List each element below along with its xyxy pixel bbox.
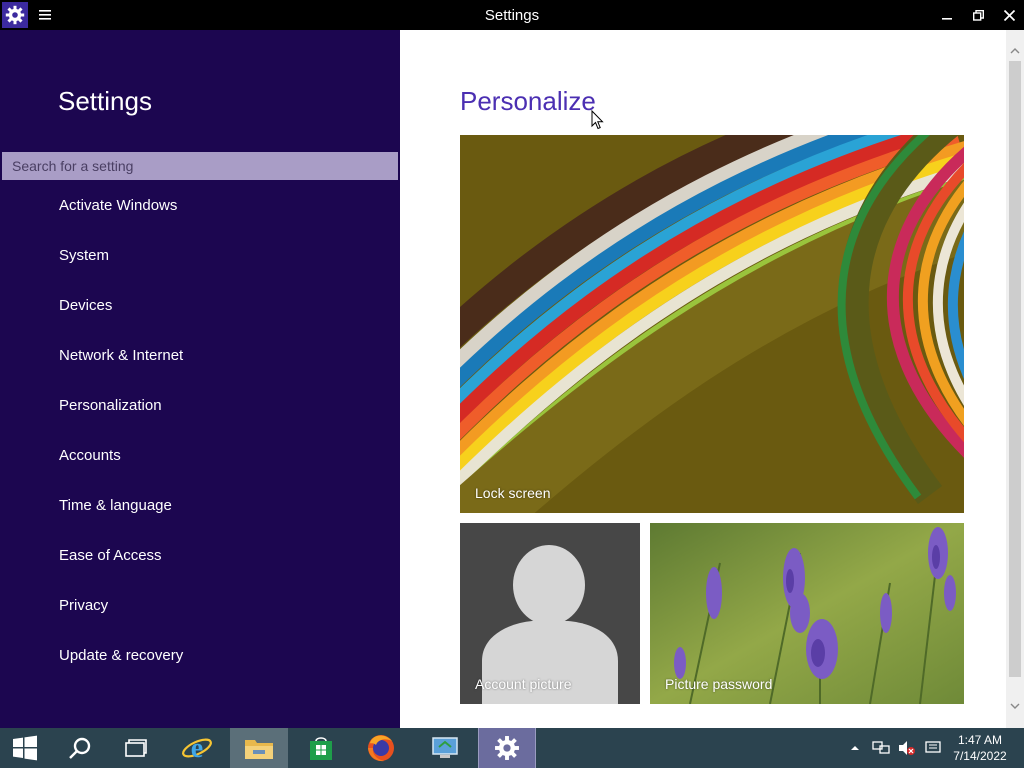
picture-password-tile[interactable]: Picture password <box>650 523 964 704</box>
show-hidden-icons-chevron-icon[interactable] <box>846 728 864 768</box>
clock-time: 1:47 AM <box>957 733 1003 747</box>
svg-text:e: e <box>191 733 203 763</box>
clock-date: 7/14/2022 <box>953 749 1007 763</box>
nav-system[interactable]: System <box>59 245 109 267</box>
search-input[interactable] <box>12 152 362 180</box>
remote-desktop-icon[interactable] <box>416 728 474 768</box>
start-icon[interactable] <box>0 728 50 768</box>
close-button[interactable] <box>994 0 1024 30</box>
minimize-button[interactable] <box>932 0 962 30</box>
nav-accounts[interactable]: Accounts <box>59 445 121 467</box>
account-picture-tile[interactable]: Account picture <box>460 523 640 704</box>
nav-privacy[interactable]: Privacy <box>59 595 108 617</box>
restore-button[interactable] <box>963 0 993 30</box>
picture-password-label: Picture password <box>665 676 773 692</box>
lock-screen-label: Lock screen <box>475 485 551 501</box>
personalize-pane: Personalize Lock screen Account picture … <box>400 30 1006 728</box>
file-explorer-icon[interactable] <box>230 728 288 768</box>
scrollbar-thumb[interactable] <box>1009 61 1021 677</box>
taskbar: e 1:47 AM 7/14/2022 <box>0 728 1024 768</box>
system-clock[interactable]: 1:47 AM 7/14/2022 <box>946 732 1014 764</box>
nav-network-internet[interactable]: Network & Internet <box>59 345 183 367</box>
nav-activate-windows[interactable]: Activate Windows <box>59 195 177 217</box>
task-view-icon[interactable] <box>110 728 162 768</box>
search-icon[interactable] <box>54 728 106 768</box>
volume-muted-icon[interactable] <box>896 728 918 768</box>
nav-time-language[interactable]: Time & language <box>59 495 172 517</box>
scroll-down-arrow-icon[interactable] <box>1009 699 1021 711</box>
account-picture-label: Account picture <box>475 676 572 692</box>
scroll-up-arrow-icon[interactable] <box>1009 44 1021 56</box>
nav-ease-of-access[interactable]: Ease of Access <box>59 545 162 567</box>
page-title: Personalize <box>460 86 596 116</box>
network-icon[interactable] <box>870 728 892 768</box>
action-center-icon[interactable] <box>922 728 944 768</box>
window-title: Settings <box>484 7 540 24</box>
nav-personalization[interactable]: Personalization <box>59 395 162 417</box>
app-gear-icon[interactable] <box>2 2 28 28</box>
hamburger-menu-icon[interactable] <box>36 6 54 24</box>
mouse-pointer-icon <box>591 109 605 130</box>
firefox-icon[interactable] <box>352 728 410 768</box>
nav-devices[interactable]: Devices <box>59 295 112 317</box>
settings-sidebar: Settings Activate Windows System Devices… <box>0 30 400 728</box>
settings-taskbar-icon[interactable] <box>478 728 536 768</box>
search-box[interactable] <box>2 152 398 180</box>
title-bar: Settings <box>0 0 1024 30</box>
internet-explorer-icon[interactable]: e <box>168 728 226 768</box>
sidebar-title: Settings <box>58 86 152 116</box>
lock-screen-tile[interactable]: Lock screen <box>460 135 964 513</box>
lock-screen-image <box>460 135 964 513</box>
store-icon[interactable] <box>292 728 350 768</box>
nav-update-recovery[interactable]: Update & recovery <box>59 645 183 667</box>
vertical-scrollbar[interactable] <box>1006 30 1024 728</box>
